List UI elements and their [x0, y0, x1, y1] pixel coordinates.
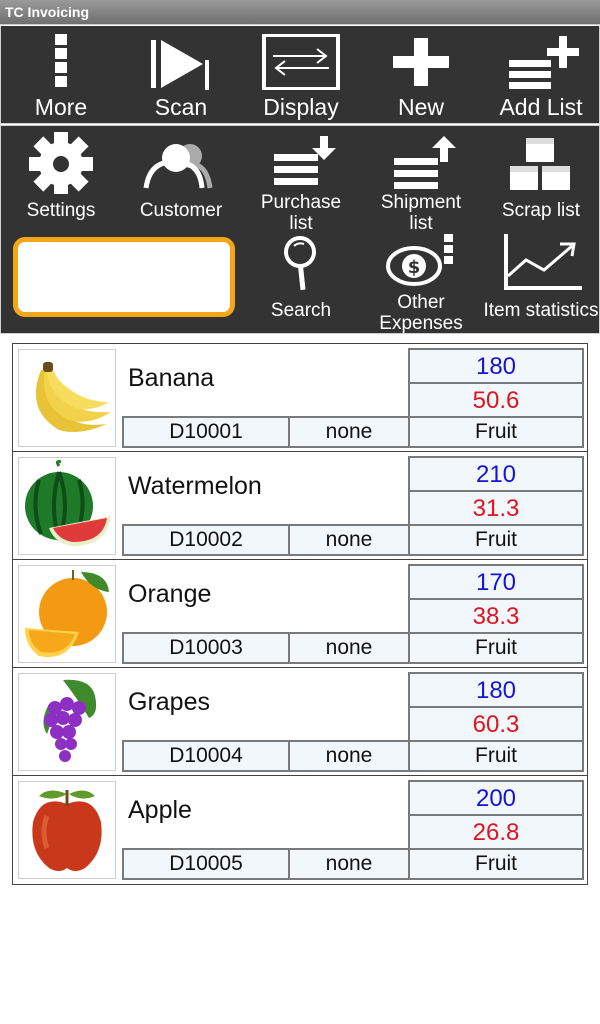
swap-arrows-icon: [262, 34, 340, 90]
scan-play-icon: [151, 40, 209, 90]
add-list-label: Add List: [499, 94, 583, 120]
purchase-list-icon: [274, 136, 336, 185]
item-name: Banana: [128, 364, 215, 392]
display-label: Display: [263, 94, 339, 120]
customer-label: Customer: [139, 200, 223, 221]
list-item[interactable]: Grapes 180 60.3 D10004 none Fruit: [13, 668, 587, 776]
more-button[interactable]: More: [1, 26, 121, 124]
list-item[interactable]: Orange 170 38.3 D10003 none Fruit: [13, 560, 587, 668]
item-quantity: 210: [408, 456, 584, 492]
list-item[interactable]: Banana 180 50.6 D10001 none Fruit: [13, 344, 587, 452]
apple-icon: [32, 790, 102, 871]
main-toolbar: More Scan Display New Add List: [0, 26, 600, 124]
item-code: D10003: [122, 632, 290, 664]
item-category: Fruit: [408, 416, 584, 448]
item-statistics-label: Item statistics: [483, 300, 599, 321]
search-input[interactable]: [13, 237, 235, 317]
list-item[interactable]: Watermelon 210 31.3 D10002 none Fruit: [13, 452, 587, 560]
other-expenses-label: Other Expenses: [379, 292, 463, 334]
scrap-list-label: Scrap list: [501, 200, 581, 221]
item-quantity: 180: [408, 348, 584, 384]
banana-icon: [35, 362, 111, 432]
watermelon-icon: [25, 460, 111, 546]
gear-icon: [29, 132, 93, 194]
customer-button[interactable]: Customer: [121, 126, 241, 226]
item-statistics-button[interactable]: Item statistics: [481, 226, 600, 326]
other-expenses-button[interactable]: $ Other Expenses: [361, 226, 481, 334]
shipment-list-icon: [394, 136, 456, 189]
settings-button[interactable]: Settings: [1, 126, 121, 226]
item-image-watermelon: [18, 457, 116, 555]
item-name: Grapes: [128, 688, 210, 716]
purchase-list-button[interactable]: Purchase list: [241, 126, 361, 234]
item-category: Fruit: [408, 524, 584, 556]
item-price: 60.3: [408, 706, 584, 742]
item-image-grapes: [18, 673, 116, 771]
item-category: Fruit: [408, 848, 584, 880]
shipment-list-button[interactable]: Shipment list: [361, 126, 481, 234]
item-code: D10001: [122, 416, 290, 448]
display-button[interactable]: Display: [241, 26, 361, 124]
settings-label: Settings: [26, 200, 96, 221]
scan-button[interactable]: Scan: [121, 26, 241, 124]
secondary-toolbar: Settings Customer Purchase list Shipment: [0, 125, 600, 334]
list-item[interactable]: Apple 200 26.8 D10005 none Fruit: [13, 776, 587, 884]
scan-label: Scan: [154, 94, 208, 120]
item-price: 31.3: [408, 490, 584, 526]
item-category: Fruit: [408, 632, 584, 664]
new-button[interactable]: New: [361, 26, 481, 124]
item-code: D10002: [122, 524, 290, 556]
orange-icon: [25, 570, 109, 657]
magnifier-icon: [284, 236, 316, 291]
more-label: More: [34, 94, 88, 120]
item-price: 38.3: [408, 598, 584, 634]
item-option: none: [288, 632, 410, 664]
item-option: none: [288, 740, 410, 772]
item-image-banana: [18, 349, 116, 447]
item-price: 26.8: [408, 814, 584, 850]
customer-icon: [143, 144, 213, 189]
item-category: Fruit: [408, 740, 584, 772]
item-code: D10004: [122, 740, 290, 772]
more-vertical-icon: [55, 34, 67, 87]
item-option: none: [288, 848, 410, 880]
search-label: Search: [270, 300, 332, 321]
item-quantity: 170: [408, 564, 584, 600]
app-title-bar: TC Invoicing: [0, 0, 600, 25]
item-image-orange: [18, 565, 116, 663]
scrap-list-button[interactable]: Scrap list: [481, 126, 600, 226]
item-price: 50.6: [408, 382, 584, 418]
item-name: Apple: [128, 796, 192, 824]
item-option: none: [288, 416, 410, 448]
item-name: Orange: [128, 580, 212, 608]
item-code: D10005: [122, 848, 290, 880]
add-list-icon: [509, 36, 579, 89]
scrap-boxes-icon: [510, 138, 570, 190]
item-quantity: 180: [408, 672, 584, 708]
item-name: Watermelon: [128, 472, 262, 500]
add-list-button[interactable]: Add List: [481, 26, 600, 124]
dollar-coin-icon: $: [386, 234, 453, 286]
app-title: TC Invoicing: [5, 4, 89, 20]
line-chart-icon: [504, 234, 582, 290]
item-quantity: 200: [408, 780, 584, 816]
item-image-apple: [18, 781, 116, 879]
item-option: none: [288, 524, 410, 556]
plus-icon: [393, 38, 449, 86]
svg-text:$: $: [408, 257, 421, 278]
search-button[interactable]: Search: [241, 226, 361, 326]
grapes-icon: [43, 679, 97, 762]
new-label: New: [397, 94, 444, 120]
item-list: Banana 180 50.6 D10001 none Fruit Waterm…: [12, 343, 588, 885]
